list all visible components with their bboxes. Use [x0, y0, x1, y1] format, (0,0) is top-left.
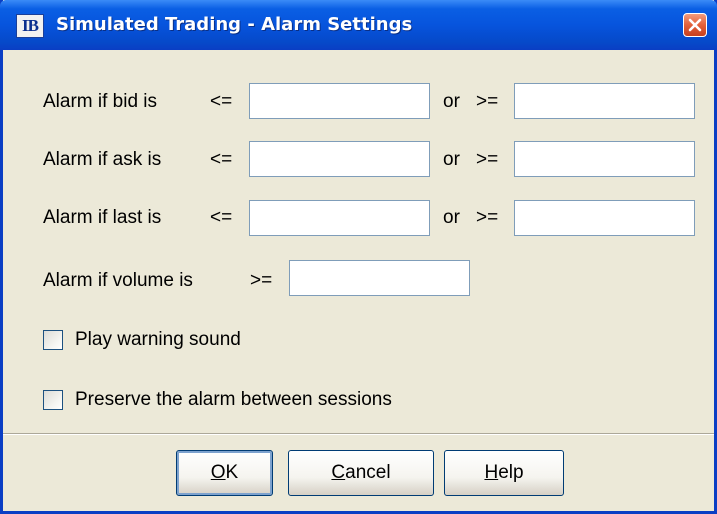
last-le-operator: <= [210, 207, 233, 228]
bid-label: Alarm if bid is [43, 91, 158, 112]
last-ge-operator: >= [476, 207, 499, 228]
volume-label: Alarm if volume is [43, 270, 193, 291]
button-divider [3, 433, 714, 435]
volume-ge-field[interactable] [289, 260, 470, 296]
bid-le-field[interactable] [249, 83, 430, 119]
ask-ge-operator: >= [476, 149, 499, 170]
ask-le-operator: <= [210, 149, 233, 170]
close-icon [688, 18, 702, 32]
ok-mnemonic: O [210, 462, 226, 483]
preserve-alarm-option[interactable]: Preserve the alarm between sessions [43, 387, 392, 413]
ask-or-label: or [443, 149, 460, 170]
window-title: Simulated Trading - Alarm Settings [56, 14, 413, 35]
bid-le-operator: <= [210, 91, 233, 112]
play-sound-label: Play warning sound [75, 329, 241, 350]
close-button[interactable] [683, 13, 707, 37]
last-le-field[interactable] [249, 200, 430, 236]
ask-le-field[interactable] [249, 141, 430, 177]
cancel-button[interactable]: Cancel [288, 450, 434, 496]
cancel-label: ancel [345, 462, 391, 483]
dialog-window: IB Simulated Trading - Alarm Settings Al… [0, 0, 717, 514]
bid-or-label: or [443, 91, 460, 112]
last-or-label: or [443, 207, 460, 228]
preserve-alarm-checkbox[interactable] [43, 390, 63, 410]
ask-ge-field[interactable] [514, 141, 695, 177]
ok-label: K [225, 462, 239, 483]
help-label: elp [498, 462, 524, 483]
volume-ge-operator: >= [250, 270, 273, 291]
last-ge-field[interactable] [514, 200, 695, 236]
ok-button[interactable]: OK [176, 450, 273, 496]
cancel-mnemonic: C [331, 462, 346, 483]
play-sound-checkbox[interactable] [43, 330, 63, 350]
bid-ge-field[interactable] [514, 83, 695, 119]
last-label: Alarm if last is [43, 207, 162, 228]
ib-logo-icon: IB [16, 14, 44, 38]
title-bar[interactable]: IB Simulated Trading - Alarm Settings [0, 0, 717, 50]
ask-label: Alarm if ask is [43, 149, 162, 170]
bid-ge-operator: >= [476, 91, 499, 112]
dialog-content: Alarm if bid is <= or >= Alarm if ask is… [3, 50, 714, 433]
play-sound-option[interactable]: Play warning sound [43, 327, 241, 353]
preserve-alarm-label: Preserve the alarm between sessions [75, 389, 392, 410]
help-button[interactable]: Help [444, 450, 564, 496]
help-mnemonic: H [484, 462, 499, 483]
